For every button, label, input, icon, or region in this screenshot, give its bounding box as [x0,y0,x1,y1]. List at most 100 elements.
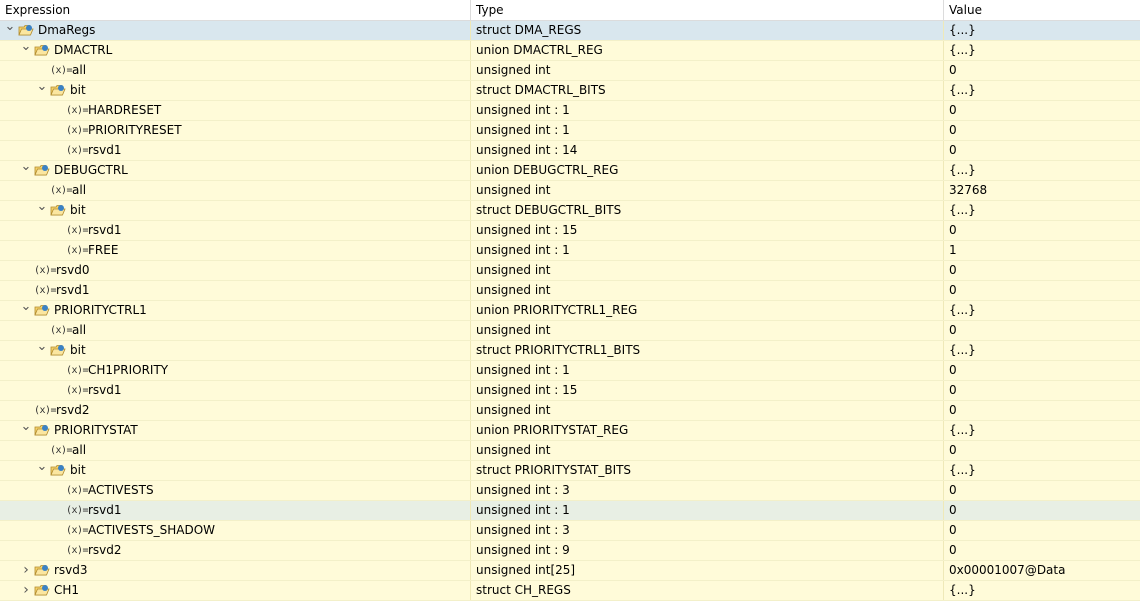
column-value[interactable]: Value [944,0,1140,20]
value-cell[interactable]: {...} [944,421,1140,440]
tree-row[interactable]: (x)= all unsigned int 0 [0,321,1140,341]
chevron-down-icon[interactable]: ⌄ [36,81,48,100]
value-cell[interactable]: 0 [944,321,1140,340]
expression-cell[interactable]: (x)= ACTIVESTS_SHADOW [0,521,471,540]
expression-cell[interactable]: (x)= all [0,321,471,340]
chevron-right-icon[interactable]: › [20,561,32,580]
tree-row[interactable]: › CH1 struct CH_REGS {...} [0,581,1140,601]
expression-cell[interactable]: (x)= all [0,441,471,460]
value-cell[interactable]: 0 [944,441,1140,460]
chevron-down-icon[interactable]: ⌄ [4,21,16,40]
expression-cell[interactable]: (x)= rsvd1 [0,501,471,520]
tree-row[interactable]: (x)= rsvd1 unsigned int 0 [0,281,1140,301]
expression-cell[interactable]: ⌄ bit [0,201,471,220]
tree-row[interactable]: ⌄ bit struct DEBUGCTRL_BITS {...} [0,201,1140,221]
value-cell[interactable]: 0 [944,101,1140,120]
column-type[interactable]: Type [471,0,944,20]
value-cell[interactable]: 0 [944,481,1140,500]
tree-row[interactable]: (x)= CH1PRIORITY unsigned int : 10 [0,361,1140,381]
expression-cell[interactable]: ⌄ bit [0,341,471,360]
expression-cell[interactable]: (x)= HARDRESET [0,101,471,120]
value-cell[interactable]: 0 [944,541,1140,560]
chevron-down-icon[interactable]: ⌄ [20,301,32,320]
expression-cell[interactable]: ⌄ DmaRegs [0,21,471,40]
value-cell[interactable]: 0 [944,501,1140,520]
expression-cell[interactable]: (x)= rsvd1 [0,381,471,400]
tree-row[interactable]: ⌄ PRIORITYSTAT union PRIORITYSTAT_REG {...} [0,421,1140,441]
value-cell[interactable]: 0 [944,141,1140,160]
tree-row[interactable]: (x)= FREE unsigned int : 11 [0,241,1140,261]
tree-row[interactable]: (x)= rsvd1 unsigned int : 10 [0,501,1140,521]
tree-row[interactable]: (x)= ACTIVESTS unsigned int : 30 [0,481,1140,501]
value-cell[interactable]: 0 [944,381,1140,400]
tree-row[interactable]: ⌄ bit struct PRIORITYSTAT_BITS {...} [0,461,1140,481]
value-cell[interactable]: 0 [944,521,1140,540]
expression-cell[interactable]: (x)= all [0,181,471,200]
chevron-down-icon[interactable]: ⌄ [36,461,48,480]
value-cell[interactable]: 0 [944,401,1140,420]
value-cell[interactable]: 0 [944,221,1140,240]
value-cell[interactable]: {...} [944,301,1140,320]
value-cell[interactable]: {...} [944,21,1140,40]
expression-cell[interactable]: (x)= FREE [0,241,471,260]
value-cell[interactable]: {...} [944,41,1140,60]
value-cell[interactable]: 0 [944,121,1140,140]
tree-row[interactable]: (x)= rsvd0 unsigned int 0 [0,261,1140,281]
value-cell[interactable]: 32768 [944,181,1140,200]
tree-row[interactable]: ⌄ DMACTRL union DMACTRL_REG {...} [0,41,1140,61]
tree-row[interactable]: (x)= all unsigned int 32768 [0,181,1140,201]
value-cell[interactable]: 0 [944,61,1140,80]
expression-cell[interactable]: (x)= rsvd0 [0,261,471,280]
column-expression[interactable]: Expression [0,0,471,20]
value-cell[interactable]: {...} [944,81,1140,100]
expression-cell[interactable]: (x)= rsvd2 [0,401,471,420]
value-cell[interactable]: 0 [944,261,1140,280]
tree-row[interactable]: (x)= all unsigned int 0 [0,441,1140,461]
tree-row[interactable]: (x)= HARDRESET unsigned int : 10 [0,101,1140,121]
chevron-down-icon[interactable]: ⌄ [20,41,32,60]
value-cell[interactable]: 0 [944,281,1140,300]
chevron-right-icon[interactable]: › [20,581,32,600]
chevron-down-icon[interactable]: ⌄ [20,161,32,180]
expression-cell[interactable]: (x)= all [0,61,471,80]
tree-row[interactable]: (x)= rsvd1 unsigned int : 15 0 [0,381,1140,401]
expression-cell[interactable]: ⌄ bit [0,461,471,480]
value-cell[interactable]: 0x00001007@Data [944,561,1140,580]
value-cell[interactable]: {...} [944,161,1140,180]
tree-row[interactable]: (x)= PRIORITYRESET unsigned int : 10 [0,121,1140,141]
value-cell[interactable]: {...} [944,581,1140,600]
expression-cell[interactable]: (x)= ACTIVESTS [0,481,471,500]
expression-cell[interactable]: ⌄ PRIORITYCTRL1 [0,301,471,320]
expression-cell[interactable]: (x)= rsvd2 [0,541,471,560]
chevron-down-icon[interactable]: ⌄ [20,421,32,440]
chevron-down-icon[interactable]: ⌄ [36,341,48,360]
expression-cell[interactable]: ⌄ DEBUGCTRL [0,161,471,180]
value-cell[interactable]: 1 [944,241,1140,260]
expression-cell[interactable]: (x)= rsvd1 [0,141,471,160]
tree-row[interactable]: (x)= rsvd2 unsigned int : 90 [0,541,1140,561]
expression-cell[interactable]: ⌄ PRIORITYSTAT [0,421,471,440]
tree-row[interactable]: (x)= rsvd1 unsigned int : 14 0 [0,141,1140,161]
tree-row[interactable]: ⌄ DmaRegs struct DMA_REGS {...} [0,21,1140,41]
value-cell[interactable]: {...} [944,461,1140,480]
expression-cell[interactable]: › CH1 [0,581,471,600]
tree-row[interactable]: ⌄ bit struct PRIORITYCTRL1_BITS {...} [0,341,1140,361]
expression-cell[interactable]: (x)= rsvd1 [0,221,471,240]
tree-row[interactable]: ⌄ bit struct DMACTRL_BITS {...} [0,81,1140,101]
expression-cell[interactable]: (x)= rsvd1 [0,281,471,300]
tree-row[interactable]: › rsvd3 unsigned int[25] 0x00001007@Data [0,561,1140,581]
expression-cell[interactable]: (x)= PRIORITYRESET [0,121,471,140]
value-cell[interactable]: {...} [944,201,1140,220]
value-cell[interactable]: 0 [944,361,1140,380]
tree-row[interactable]: ⌄ DEBUGCTRL union DEBUGCTRL_REG {...} [0,161,1140,181]
tree-row[interactable]: (x)= ACTIVESTS_SHADOW unsigned int : 30 [0,521,1140,541]
tree-row[interactable]: ⌄ PRIORITYCTRL1 union PRIORITYCTRL1_REG {..… [0,301,1140,321]
expression-cell[interactable]: ⌄ bit [0,81,471,100]
tree-row[interactable]: (x)= rsvd2 unsigned int 0 [0,401,1140,421]
chevron-down-icon[interactable]: ⌄ [36,201,48,220]
tree-row[interactable]: (x)= rsvd1 unsigned int : 15 0 [0,221,1140,241]
expression-cell[interactable]: › rsvd3 [0,561,471,580]
tree-row[interactable]: (x)= all unsigned int 0 [0,61,1140,81]
expression-cell[interactable]: (x)= CH1PRIORITY [0,361,471,380]
expression-cell[interactable]: ⌄ DMACTRL [0,41,471,60]
